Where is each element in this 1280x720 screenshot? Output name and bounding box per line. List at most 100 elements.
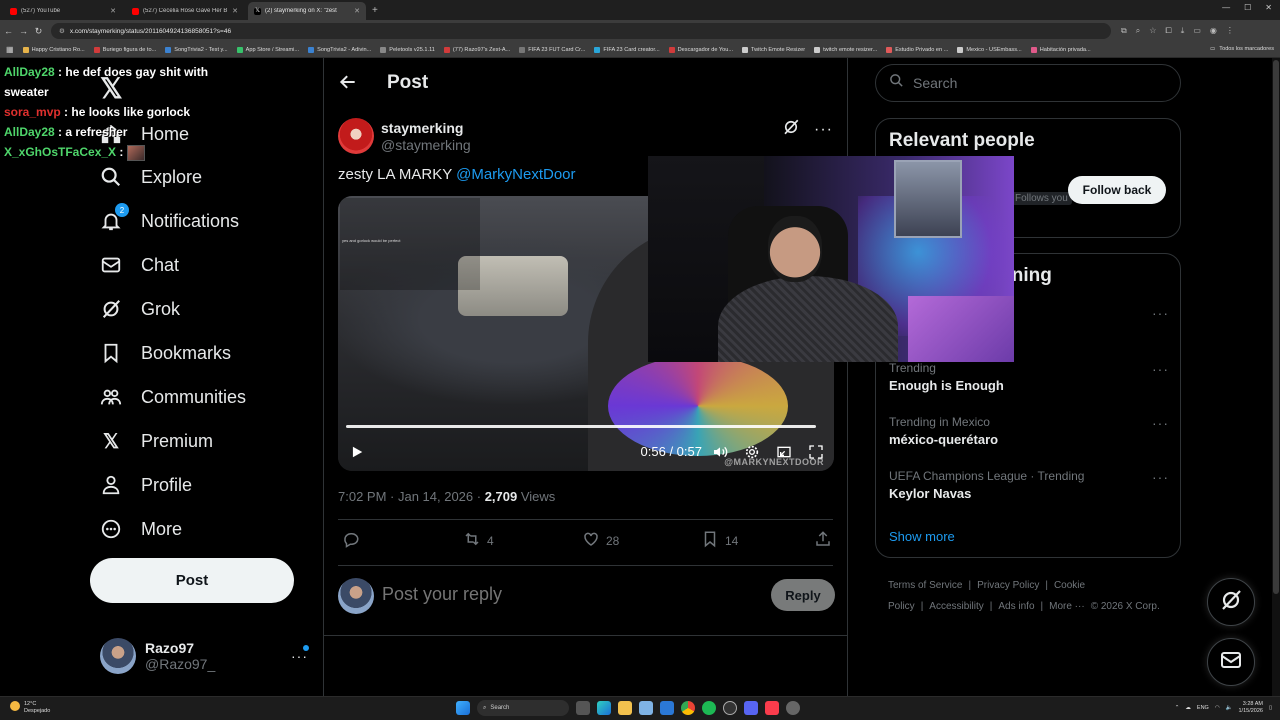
more-dots-icon[interactable]: ··· [291, 648, 308, 664]
grok-fab-button[interactable] [1207, 578, 1255, 626]
share-action[interactable] [814, 530, 832, 551]
bookmark-item[interactable]: twitch emote resizer... [814, 46, 877, 53]
weather-widget[interactable]: 12°C Despejado [10, 701, 50, 715]
clock[interactable]: 3:28 AM 1/15/2026 [1239, 701, 1263, 715]
language-indicator[interactable]: ENG [1197, 705, 1209, 711]
nav-item-communities[interactable]: Communities [100, 381, 246, 413]
post-author[interactable]: staymerking @staymerking [338, 118, 471, 154]
close-tab-icon[interactable]: ✕ [354, 7, 360, 15]
music-icon[interactable] [765, 701, 779, 715]
footer-link[interactable]: Accessibility [929, 601, 983, 612]
nav-item-notifications[interactable]: 2 Notifications [100, 203, 239, 237]
minimize-icon[interactable]: — [1222, 3, 1230, 12]
author-handle[interactable]: @staymerking [381, 137, 471, 153]
nav-item-more[interactable]: More [100, 513, 182, 545]
more-dots-icon[interactable]: ··· [814, 121, 833, 139]
bookmark-item[interactable]: Twitch Emote Resizer [742, 46, 805, 53]
repost-action[interactable]: 4 [463, 530, 494, 551]
profile-icon[interactable]: ◉ [1210, 26, 1217, 36]
post-timestamp[interactable]: 7:02 PM · Jan 14, 2026 · [338, 489, 485, 504]
bookmark-item[interactable]: FIFA 23 Card creator... [594, 46, 660, 53]
author-name[interactable]: staymerking [381, 120, 471, 136]
mail-app-icon[interactable] [660, 701, 674, 715]
trend-item[interactable]: UEFA Champions League · Trending Keylor … [889, 469, 1169, 501]
reply-button[interactable]: Reply [771, 579, 835, 611]
address-bar[interactable]: ⚙ x.com/staymerking/status/2011604924136… [51, 23, 1111, 39]
close-tab-icon[interactable]: ✕ [110, 7, 116, 15]
bookmark-item[interactable]: Habitación privada... [1030, 46, 1091, 53]
bookmark-item[interactable]: Buriego figura de to... [93, 46, 156, 53]
windows-start-icon[interactable] [456, 701, 470, 715]
reply-action[interactable] [342, 530, 360, 551]
trend-item[interactable]: Trending Enough is Enough ··· [889, 361, 1169, 393]
app-icon[interactable] [786, 701, 800, 715]
discord-icon[interactable] [744, 701, 758, 715]
zoom-icon[interactable]: ⌕ [1136, 26, 1140, 36]
more-dots-icon[interactable]: ··· [1152, 415, 1169, 431]
wifi-icon[interactable]: ◠ [1215, 705, 1220, 711]
bookmark-item[interactable]: (77) Razo97's Zest-A... [443, 46, 510, 53]
nav-item-profile[interactable]: Profile [100, 469, 192, 501]
close-window-icon[interactable]: ✕ [1265, 3, 1272, 12]
footer-link[interactable]: Ads info [998, 601, 1034, 612]
edge-icon[interactable] [597, 701, 611, 715]
account-switcher[interactable]: Razo97 @Razo97_ ··· [100, 638, 312, 674]
like-action[interactable]: 28 [582, 530, 619, 551]
bookmark-item[interactable]: App Store / Streami... [236, 46, 299, 53]
downloads-icon[interactable]: ⤓ [1181, 26, 1185, 36]
task-view-icon[interactable] [576, 701, 590, 715]
bookmark-item[interactable]: Mexico - USEmbass... [957, 46, 1022, 53]
avatar[interactable] [338, 118, 374, 154]
footer-link[interactable]: Privacy Policy [977, 580, 1039, 591]
apps-grid-icon[interactable]: ▦ [6, 45, 14, 54]
nav-item-bookmarks[interactable]: Bookmarks [100, 337, 231, 369]
video-progress-bar[interactable] [346, 425, 817, 428]
footer-link[interactable]: More ··· [1049, 601, 1085, 612]
cloud-icon[interactable]: ☁ [1185, 705, 1191, 711]
back-arrow-icon[interactable] [338, 72, 358, 92]
new-tab-button[interactable]: + [372, 2, 378, 20]
spotify-icon[interactable] [702, 701, 716, 715]
menu-icon[interactable]: ⋮ [1226, 26, 1234, 36]
back-icon[interactable]: ← [2, 26, 15, 36]
show-more-link[interactable]: Show more [889, 529, 955, 544]
browser-tab[interactable]: (527) Cecelia Rose Gave Her B ✕ [126, 2, 244, 20]
taskbar-search[interactable]: ⌕ Search [477, 700, 569, 716]
more-dots-icon[interactable]: ··· [1152, 305, 1169, 321]
play-icon[interactable] [350, 445, 364, 464]
bookmark-item[interactable]: Descargador de You... [668, 46, 733, 53]
forward-icon[interactable]: → [17, 26, 30, 36]
bookmark-item[interactable]: SongTrivia2 - Test y... [165, 46, 228, 53]
close-tab-icon[interactable]: ✕ [232, 7, 238, 15]
bookmark-item[interactable]: Estudio Privado en ... [886, 46, 948, 53]
nav-item-explore[interactable]: Explore [100, 161, 202, 193]
bookmark-item[interactable]: SongTrivia2 - Adivin... [308, 46, 371, 53]
search-input[interactable] [913, 75, 1163, 91]
footer-link[interactable]: Terms of Service [888, 580, 962, 591]
star-icon[interactable]: ☆ [1149, 26, 1156, 36]
chevron-up-icon[interactable]: ⌃ [1175, 705, 1180, 711]
reload-icon[interactable]: ↻ [32, 26, 45, 37]
bookmark-item[interactable]: FIFA 23 FUT Card Cr... [519, 46, 585, 53]
mention-link[interactable]: @MarkyNextDoor [456, 166, 575, 183]
sidebar-icon[interactable]: ▭ [1193, 26, 1201, 36]
scrollbar-thumb[interactable] [1273, 60, 1279, 594]
post-button[interactable]: Post [90, 558, 294, 603]
reply-input[interactable] [382, 584, 682, 605]
messages-fab-button[interactable] [1207, 638, 1255, 686]
nav-item-chat[interactable]: Chat [100, 249, 179, 281]
chrome-icon[interactable] [681, 701, 695, 715]
follow-back-button[interactable]: Follow back [1068, 176, 1166, 204]
more-dots-icon[interactable]: ··· [1152, 361, 1169, 377]
more-dots-icon[interactable]: ··· [1152, 469, 1169, 485]
photos-icon[interactable] [639, 701, 653, 715]
bookmark-item[interactable]: Happy Cristiano Ro... [22, 46, 85, 53]
all-bookmarks-folder[interactable]: ▭ Todos los marcadores [1210, 46, 1274, 52]
trend-item[interactable]: Trending in Mexico méxico-querétaro ··· [889, 415, 1169, 447]
notifications-tray-icon[interactable]: ▯ [1269, 705, 1272, 711]
site-info-icon[interactable]: ⚙ [59, 27, 65, 35]
nav-item-grok[interactable]: Grok [100, 293, 180, 325]
footer-link[interactable]: © 2026 X Corp. [1091, 601, 1160, 612]
search-box[interactable] [875, 64, 1181, 102]
obs-icon[interactable] [723, 701, 737, 715]
